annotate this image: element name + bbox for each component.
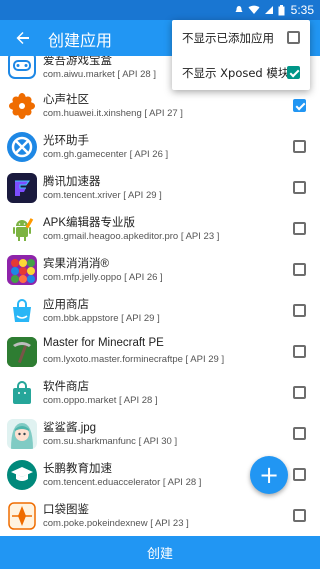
wifi-icon [248, 5, 260, 14]
status-bar: 5:35 [0, 0, 320, 20]
list-item[interactable]: 心声社区 com.huawei.it.xinsheng [ API 27 ] [0, 87, 320, 128]
app-name: 口袋图鉴 [43, 504, 89, 516]
hide-xposed-checkbox[interactable] [287, 66, 300, 79]
page-title: 创建应用 [48, 31, 113, 50]
app-name: 鲨鲨酱.jpg [43, 422, 97, 434]
status-time: 5:35 [290, 3, 314, 17]
controller-icon [7, 56, 37, 80]
list-item[interactable]: 宾果消消消® com.mfp.jelly.oppo [ API 26 ] [0, 251, 320, 292]
app-name: 爱吾游戏宝盒 [43, 56, 112, 67]
app-package: com.poke.pokeindexnew [ API 23 ] [43, 518, 189, 529]
create-button[interactable]: 创建 [0, 536, 320, 569]
select-checkbox[interactable] [293, 99, 306, 112]
pickaxe-icon [7, 337, 37, 367]
flower-icon [7, 91, 37, 121]
signal-icon [264, 6, 273, 14]
tencent-accelerator-icon [7, 173, 37, 203]
list-item[interactable]: Master for Minecraft PE com.lyxoto.maste… [0, 333, 320, 374]
android-icon [7, 214, 37, 244]
list-item[interactable]: 光环助手 com.gh.gamecenter [ API 26 ] [0, 128, 320, 169]
pokeball-icon [7, 501, 37, 531]
select-checkbox[interactable] [293, 509, 306, 522]
select-checkbox[interactable] [293, 468, 306, 481]
list-item[interactable]: 应用商店 com.bbk.appstore [ API 29 ] [0, 292, 320, 333]
app-name: 心声社区 [43, 94, 89, 106]
select-checkbox[interactable] [293, 304, 306, 317]
app-name: Master for Minecraft PE [43, 337, 164, 349]
select-checkbox[interactable] [293, 181, 306, 194]
app-name: 软件商店 [43, 381, 89, 393]
app-name: 光环助手 [43, 135, 89, 147]
status-icons: 5:35 [234, 0, 314, 20]
select-checkbox[interactable] [293, 140, 306, 153]
select-checkbox[interactable] [293, 263, 306, 276]
menu-item-label: 不显示已添加应用 [182, 31, 274, 45]
list-item[interactable]: 鲨鲨酱.jpg com.su.sharkmanfunc [ API 30 ] [0, 415, 320, 456]
app-package: com.su.sharkmanfunc [ API 30 ] [43, 436, 178, 447]
list-item[interactable]: 腾讯加速器 com.tencent.xriver [ API 29 ] [0, 169, 320, 210]
menu-item-hide-xposed[interactable]: 不显示 Xposed 模块 [172, 55, 310, 90]
graduation-cap-icon [7, 460, 37, 490]
list-item[interactable]: 口袋图鉴 com.poke.pokeindexnew [ API 23 ] [0, 497, 320, 536]
filter-popup-menu: 不显示已添加应用 不显示 Xposed 模块 [172, 20, 310, 90]
app-package: com.gmail.heagoo.apkeditor.pro [ API 23 … [43, 231, 220, 242]
app-name: 宾果消消消® [43, 258, 109, 270]
app-package: com.tencent.xriver [ API 29 ] [43, 190, 162, 201]
candy-icon [7, 255, 37, 285]
battery-icon [278, 4, 285, 15]
app-package: com.lyxoto.master.forminecraftpe [ API 2… [43, 354, 225, 365]
add-fab-button[interactable]: + [250, 456, 288, 494]
anime-avatar-icon [7, 419, 37, 449]
menu-item-label: 不显示 Xposed 模块 [182, 66, 290, 80]
menu-item-hide-added[interactable]: 不显示已添加应用 [172, 20, 310, 55]
list-item[interactable]: 软件商店 com.oppo.market [ API 28 ] [0, 374, 320, 415]
app-package: com.gh.gamecenter [ API 26 ] [43, 149, 169, 160]
app-package: com.aiwu.market [ API 28 ] [43, 69, 156, 80]
app-name: 应用商店 [43, 299, 89, 311]
app-package: com.mfp.jelly.oppo [ API 26 ] [43, 272, 163, 283]
arrow-back-icon [16, 32, 29, 44]
app-package: com.tencent.eduaccelerator [ API 28 ] [43, 477, 202, 488]
back-button[interactable] [8, 23, 38, 53]
app-package: com.bbk.appstore [ API 29 ] [43, 313, 160, 324]
shopping-bag-icon [7, 296, 37, 326]
halo-icon [7, 132, 37, 162]
add-icon: + [258, 461, 280, 489]
select-checkbox[interactable] [293, 222, 306, 235]
select-checkbox[interactable] [293, 345, 306, 358]
app-name: 腾讯加速器 [43, 176, 101, 188]
app-name: APK编辑器专业版 [43, 217, 136, 229]
app-package: com.oppo.market [ API 28 ] [43, 395, 158, 406]
store-bag-icon [7, 378, 37, 408]
select-checkbox[interactable] [293, 386, 306, 399]
hide-added-checkbox[interactable] [287, 31, 300, 44]
select-checkbox[interactable] [293, 427, 306, 440]
app-name: 长鹏教育加速 [43, 463, 112, 475]
list-item[interactable]: APK编辑器专业版 com.gmail.heagoo.apkeditor.pro… [0, 210, 320, 251]
notification-icon [235, 6, 243, 12]
app-package: com.huawei.it.xinsheng [ API 27 ] [43, 108, 183, 119]
